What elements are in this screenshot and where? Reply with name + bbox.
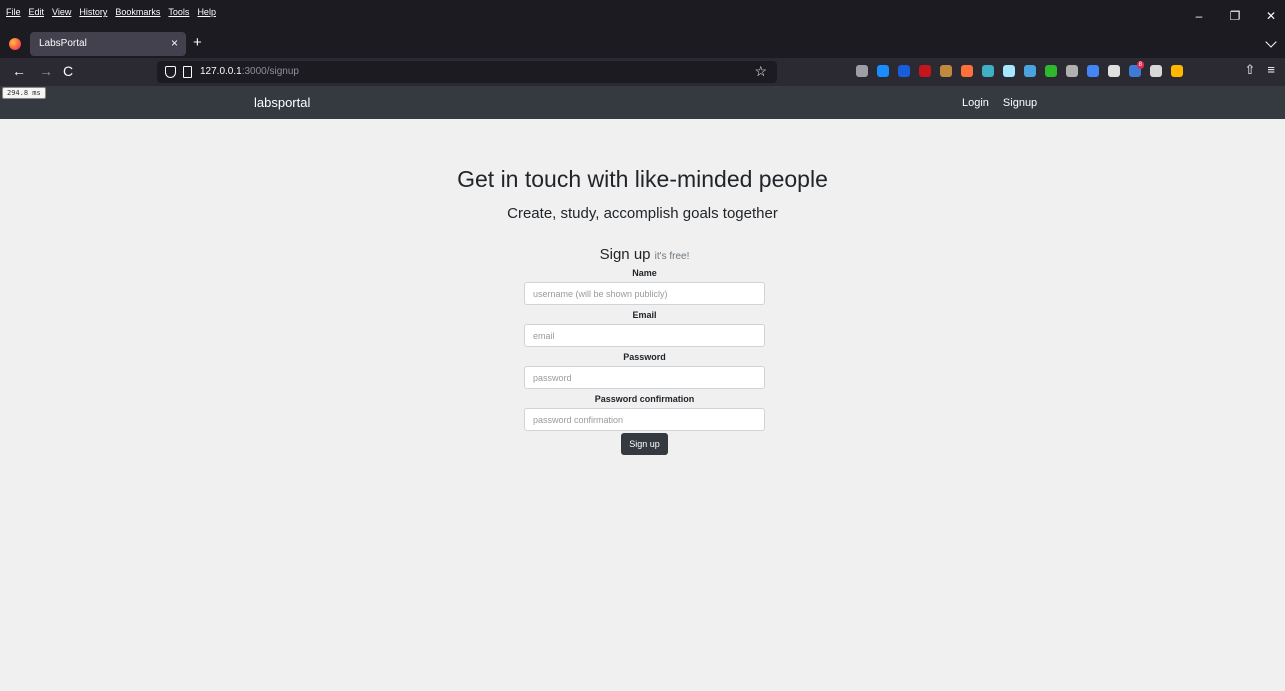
translate-extension-icon[interactable] xyxy=(1087,65,1099,77)
window-controls: – ❐ ✕ xyxy=(1193,10,1277,22)
forward-arrow-icon[interactable]: → xyxy=(39,63,53,79)
brand-link[interactable]: labsportal xyxy=(254,95,310,110)
signup-button[interactable]: Sign up xyxy=(621,433,668,455)
hero-title: Get in touch with like-minded people xyxy=(457,166,828,192)
menu-edit[interactable]: Edit xyxy=(29,7,45,17)
browser-menubar: File Edit View History Bookmarks Tools H… xyxy=(0,0,1285,30)
password-input[interactable] xyxy=(524,366,765,389)
shield-icon[interactable] xyxy=(165,66,176,78)
nav-signup-link[interactable]: Signup xyxy=(1003,97,1037,109)
name-input[interactable] xyxy=(524,282,765,305)
url-text[interactable]: 127.0.0.1:3000/signup xyxy=(200,66,299,77)
screen-extension-icon[interactable] xyxy=(1024,65,1036,77)
menu-help[interactable]: Help xyxy=(197,7,216,17)
password-confirmation-label: Password confirmation xyxy=(594,394,695,404)
menu-file[interactable]: File xyxy=(6,7,21,17)
menu-bookmarks[interactable]: Bookmarks xyxy=(115,7,160,17)
nav-login-link[interactable]: Login xyxy=(962,97,989,109)
speaker-extension-icon[interactable] xyxy=(1108,65,1120,77)
new-tab-icon[interactable]: + xyxy=(193,34,202,51)
menu-tools[interactable]: Tools xyxy=(168,7,189,17)
reload-icon[interactable]: C xyxy=(63,63,73,79)
url-bar[interactable]: 127.0.0.1:3000/signup ☆ xyxy=(157,61,777,83)
minimize-icon[interactable]: – xyxy=(1193,10,1205,22)
firefox-view-icon[interactable] xyxy=(9,38,21,50)
email-input[interactable] xyxy=(524,324,765,347)
bitwarden-icon[interactable] xyxy=(898,65,910,77)
site-nav-links: Login Signup xyxy=(962,97,1037,109)
react-devtools-icon[interactable] xyxy=(1003,65,1015,77)
chart-extension-icon[interactable] xyxy=(1150,65,1162,77)
site-navbar: labsportal Login Signup xyxy=(0,86,1285,119)
browser-toolbar: ← → C 127.0.0.1:3000/signup ☆ 8 ⇧ ≡ xyxy=(0,58,1285,86)
colorful-extension-icon[interactable] xyxy=(1171,65,1183,77)
hamburger-menu-icon[interactable]: ≡ xyxy=(1267,62,1275,78)
tab-strip: LabsPortal × + xyxy=(0,30,1285,58)
tab-close-icon[interactable]: × xyxy=(171,36,178,50)
password-confirmation-input[interactable] xyxy=(524,408,765,431)
tab-labsportal[interactable]: LabsPortal × xyxy=(30,32,186,56)
globe-extension-icon[interactable] xyxy=(1066,65,1078,77)
pocket-icon[interactable] xyxy=(856,65,868,77)
menu-view[interactable]: View xyxy=(52,7,71,17)
submit-wrap: Sign up xyxy=(524,433,765,455)
cookie-icon[interactable] xyxy=(940,65,952,77)
bookmark-star-icon[interactable]: ☆ xyxy=(754,63,767,80)
chevron-down-icon[interactable] xyxy=(1265,36,1277,48)
extension-badge: 8 xyxy=(1136,61,1144,69)
signup-form: Sign up it's free! Name Email Password P… xyxy=(524,244,765,455)
wave-extension-icon[interactable] xyxy=(982,65,994,77)
extensions-bar: 8 xyxy=(856,61,1183,77)
form-heading: Sign up it's free! xyxy=(524,244,765,266)
menu-history[interactable]: History xyxy=(79,7,107,17)
ublock-icon[interactable] xyxy=(919,65,931,77)
form-heading-note: it's free! xyxy=(654,251,690,262)
share-icon[interactable]: ⇧ xyxy=(1245,62,1256,78)
form-heading-text: Sign up xyxy=(599,246,651,263)
close-icon[interactable]: ✕ xyxy=(1265,10,1277,22)
email-label: Email xyxy=(632,310,657,320)
restore-icon[interactable]: ❐ xyxy=(1229,10,1241,22)
menu-items: File Edit View History Bookmarks Tools H… xyxy=(6,7,216,17)
onepassword-icon[interactable] xyxy=(877,65,889,77)
password-label: Password xyxy=(623,352,666,362)
hero-subtitle: Create, study, accomplish goals together xyxy=(507,205,778,222)
tab-title: LabsPortal xyxy=(39,38,87,49)
url-host: 127.0.0.1 xyxy=(200,66,242,77)
toolbar-right: ⇧ ≡ xyxy=(1245,62,1276,78)
url-path: :3000/signup xyxy=(241,66,299,77)
fox-extension-icon[interactable] xyxy=(961,65,973,77)
back-arrow-icon[interactable]: ← xyxy=(12,63,26,79)
timer-badge: 294.8 ms xyxy=(2,87,46,99)
name-label: Name xyxy=(632,268,657,278)
green-extension-icon[interactable] xyxy=(1045,65,1057,77)
badge-extension-icon[interactable]: 8 xyxy=(1129,61,1144,77)
page-info-icon[interactable] xyxy=(183,66,192,78)
